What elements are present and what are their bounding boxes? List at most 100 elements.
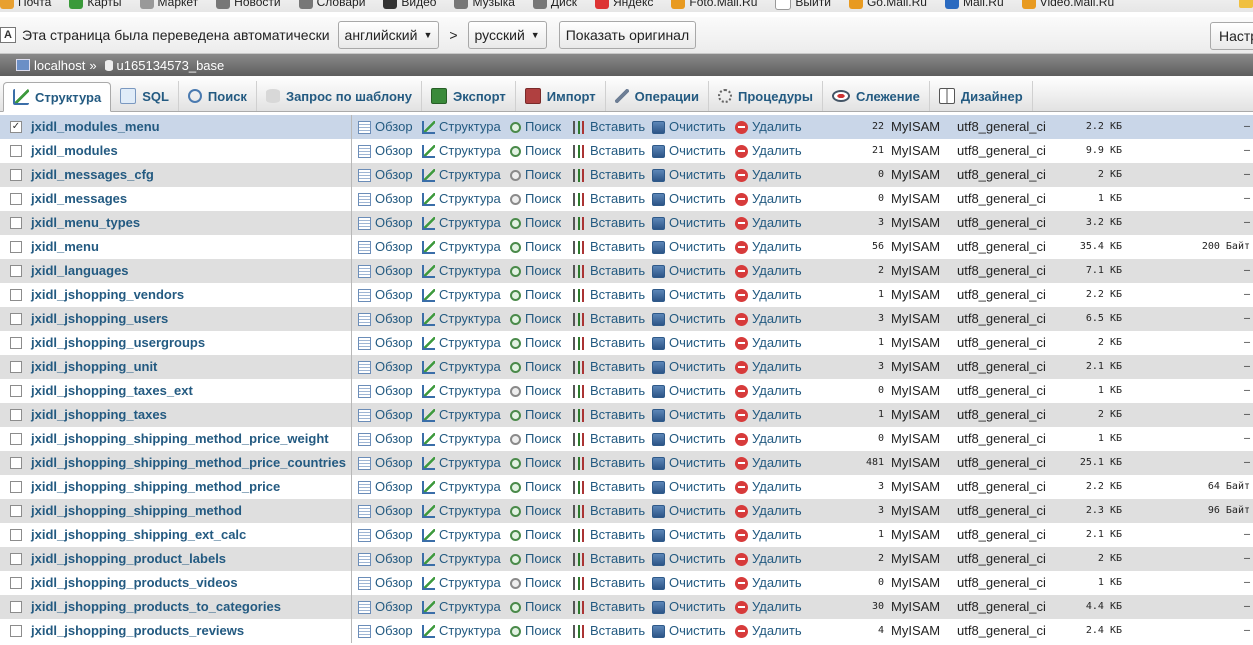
bookmark-vyiti[interactable]: Выйти (775, 0, 831, 10)
tab-routines[interactable]: Процедуры (709, 81, 823, 111)
drop-action[interactable]: Удалить (735, 619, 802, 643)
insert-action[interactable]: Вставить (573, 283, 645, 307)
drop-action[interactable]: Удалить (735, 595, 802, 619)
insert-action[interactable]: Вставить (573, 403, 645, 427)
insert-action[interactable]: Вставить (573, 571, 645, 595)
structure-action[interactable]: Структура (422, 499, 501, 523)
empty-action[interactable]: Очистить (652, 331, 726, 355)
bookmark-novosti[interactable]: Новости (216, 0, 281, 9)
breadcrumb-server[interactable]: localhost (34, 58, 85, 73)
tab-operations[interactable]: Операции (606, 81, 709, 111)
browse-action[interactable]: Обзор (358, 211, 413, 235)
insert-action[interactable]: Вставить (573, 163, 645, 187)
row-checkbox[interactable] (10, 601, 22, 613)
row-checkbox[interactable] (10, 361, 22, 373)
table-name-link[interactable]: jxidl_jshopping_products_reviews (31, 619, 244, 643)
structure-action[interactable]: Структура (422, 523, 501, 547)
target-language-select[interactable]: русский ▼ (467, 21, 547, 49)
insert-action[interactable]: Вставить (573, 211, 645, 235)
drop-action[interactable]: Удалить (735, 523, 802, 547)
table-name-link[interactable]: jxidl_messages_cfg (31, 163, 154, 187)
browse-action[interactable]: Обзор (358, 403, 413, 427)
empty-action[interactable]: Очистить (652, 427, 726, 451)
tab-search[interactable]: Поиск (179, 81, 257, 111)
table-name-link[interactable]: jxidl_jshopping_products_to_categories (31, 595, 281, 619)
table-name-link[interactable]: jxidl_jshopping_usergroups (31, 331, 205, 355)
table-name-link[interactable]: jxidl_modules (31, 139, 118, 163)
insert-action[interactable]: Вставить (573, 235, 645, 259)
empty-action[interactable]: Очистить (652, 379, 726, 403)
bookmark-muzyka[interactable]: Музыка (454, 0, 515, 9)
browse-action[interactable]: Обзор (358, 451, 413, 475)
structure-action[interactable]: Структура (422, 475, 501, 499)
empty-action[interactable]: Очистить (652, 619, 726, 643)
insert-action[interactable]: Вставить (573, 523, 645, 547)
empty-action[interactable]: Очистить (652, 523, 726, 547)
insert-action[interactable]: Вставить (573, 547, 645, 571)
structure-action[interactable]: Структура (422, 211, 501, 235)
table-name-link[interactable]: jxidl_languages (31, 259, 129, 283)
bookmark-mail-ru[interactable]: Mail.Ru (944, 0, 1004, 9)
search-action[interactable]: Поиск (510, 235, 561, 259)
insert-action[interactable]: Вставить (573, 139, 645, 163)
table-name-link[interactable]: jxidl_jshopping_vendors (31, 283, 184, 307)
table-name-link[interactable]: jxidl_jshopping_users (31, 307, 168, 331)
drop-action[interactable]: Удалить (735, 187, 802, 211)
tab-designer[interactable]: Дизайнер (930, 81, 1033, 111)
row-checkbox[interactable] (10, 553, 22, 565)
row-checkbox[interactable] (10, 265, 22, 277)
bookmark-disk[interactable]: Диск (532, 0, 577, 9)
search-action[interactable]: Поиск (510, 307, 561, 331)
table-name-link[interactable]: jxidl_messages (31, 187, 127, 211)
search-action[interactable]: Поиск (510, 571, 561, 595)
browse-action[interactable]: Обзор (358, 163, 413, 187)
browse-action[interactable]: Обзор (358, 139, 413, 163)
row-checkbox[interactable] (10, 457, 22, 469)
empty-action[interactable]: Очистить (652, 547, 726, 571)
tab-import[interactable]: Импорт (516, 81, 606, 111)
search-action[interactable]: Поиск (510, 427, 561, 451)
row-checkbox[interactable]: ✓ (10, 121, 22, 133)
row-checkbox[interactable] (10, 385, 22, 397)
empty-action[interactable]: Очистить (652, 403, 726, 427)
search-action[interactable]: Поиск (510, 163, 561, 187)
row-checkbox[interactable] (10, 241, 22, 253)
structure-action[interactable]: Структура (422, 187, 501, 211)
structure-action[interactable]: Структура (422, 139, 501, 163)
search-action[interactable]: Поиск (510, 595, 561, 619)
browse-action[interactable]: Обзор (358, 115, 413, 139)
row-checkbox[interactable] (10, 505, 22, 517)
table-name-link[interactable]: jxidl_jshopping_product_labels (31, 547, 226, 571)
structure-action[interactable]: Структура (422, 163, 501, 187)
search-action[interactable]: Поиск (510, 475, 561, 499)
insert-action[interactable]: Вставить (573, 331, 645, 355)
drop-action[interactable]: Удалить (735, 547, 802, 571)
row-checkbox[interactable] (10, 529, 22, 541)
bookmark-foto-mail[interactable]: Foto.Mail.Ru (671, 0, 757, 9)
structure-action[interactable]: Структура (422, 235, 501, 259)
table-name-link[interactable]: jxidl_jshopping_taxes_ext (31, 379, 193, 403)
structure-action[interactable]: Структура (422, 115, 501, 139)
drop-action[interactable]: Удалить (735, 307, 802, 331)
drop-action[interactable]: Удалить (735, 571, 802, 595)
empty-action[interactable]: Очистить (652, 235, 726, 259)
structure-action[interactable]: Структура (422, 427, 501, 451)
drop-action[interactable]: Удалить (735, 115, 802, 139)
table-name-link[interactable]: jxidl_menu_types (31, 211, 140, 235)
browse-action[interactable]: Обзор (358, 571, 413, 595)
browse-action[interactable]: Обзор (358, 523, 413, 547)
drop-action[interactable]: Удалить (735, 403, 802, 427)
empty-action[interactable]: Очистить (652, 163, 726, 187)
table-name-link[interactable]: jxidl_jshopping_products_videos (31, 571, 238, 595)
search-action[interactable]: Поиск (510, 331, 561, 355)
structure-action[interactable]: Структура (422, 355, 501, 379)
insert-action[interactable]: Вставить (573, 379, 645, 403)
table-name-link[interactable]: jxidl_jshopping_taxes (31, 403, 167, 427)
drop-action[interactable]: Удалить (735, 211, 802, 235)
table-name-link[interactable]: jxidl_menu (31, 235, 99, 259)
empty-action[interactable]: Очистить (652, 211, 726, 235)
bookmark-yandex[interactable]: Яндекс (595, 0, 653, 9)
drop-action[interactable]: Удалить (735, 475, 802, 499)
insert-action[interactable]: Вставить (573, 307, 645, 331)
browse-action[interactable]: Обзор (358, 187, 413, 211)
